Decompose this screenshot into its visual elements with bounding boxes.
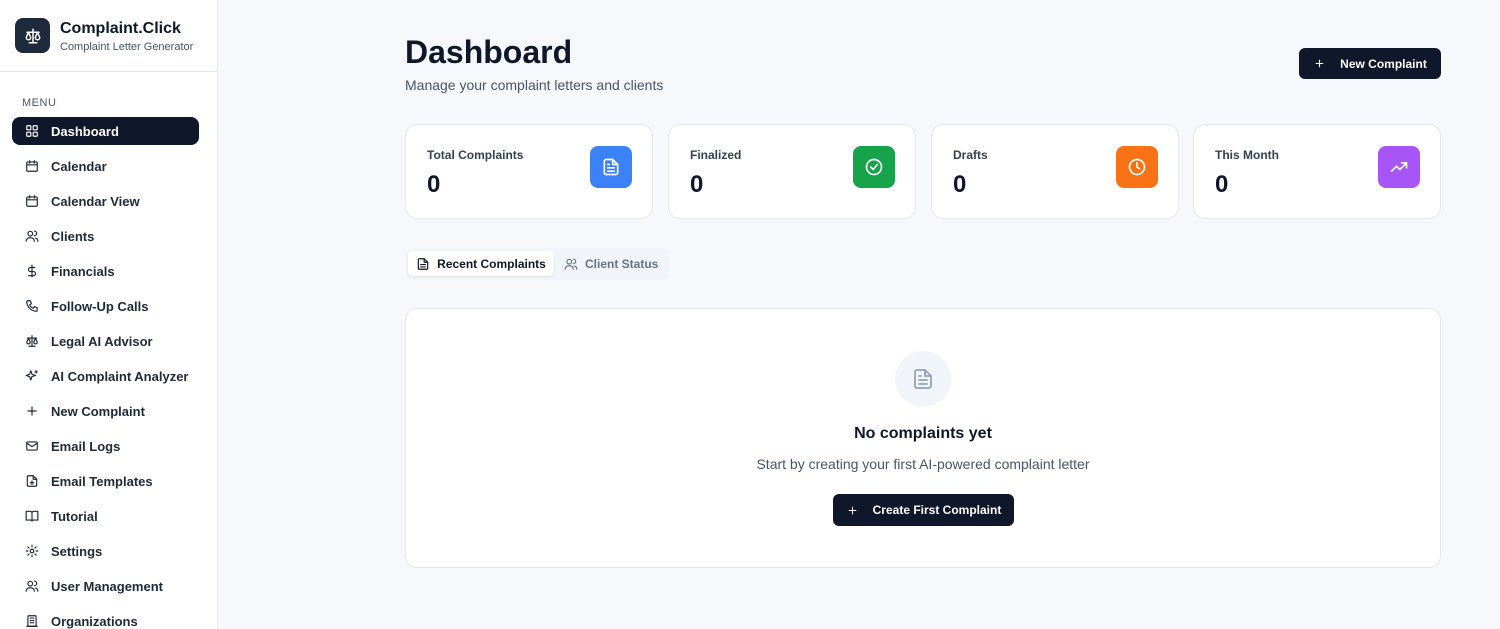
- new-complaint-button[interactable]: New Complaint: [1299, 48, 1441, 79]
- page-title: Dashboard: [405, 34, 573, 70]
- calendar-icon: [25, 194, 39, 208]
- tab-client-status[interactable]: Client Status: [564, 251, 664, 276]
- sidebar-item-label: New Complaint: [51, 403, 145, 419]
- sidebar-item-follow-up-calls[interactable]: Follow-Up Calls: [12, 292, 199, 320]
- sidebar-item-label: Email Logs: [51, 438, 121, 454]
- mail-icon: [25, 439, 39, 453]
- sidebar-item-label: Dashboard: [51, 123, 119, 139]
- document-icon: [417, 257, 429, 270]
- book-icon: [25, 509, 39, 523]
- sidebar-item-calendar[interactable]: Calendar: [12, 152, 199, 180]
- stat-value: 0: [953, 171, 967, 198]
- sidebar-item-email-logs[interactable]: Email Logs: [12, 432, 199, 460]
- brand-title: Complaint.Click: [60, 19, 181, 37]
- sidebar-item-label: Calendar: [51, 158, 107, 174]
- users-icon: [25, 229, 39, 243]
- sidebar: Complaint.Click Complaint Letter Generat…: [0, 0, 218, 629]
- plus-icon: [1315, 59, 1324, 68]
- file-template-icon: [25, 474, 39, 488]
- sidebar-item-label: Settings: [51, 543, 103, 559]
- trending-up-icon: [1378, 146, 1420, 188]
- sidebar-item-user-management[interactable]: User Management: [12, 572, 199, 600]
- sidebar-item-label: Calendar View: [51, 193, 140, 209]
- sidebar-item-ai-complaint-analyzer[interactable]: AI Complaint Analyzer: [12, 362, 199, 390]
- scale-icon: [15, 18, 50, 53]
- stat-label: Finalized: [690, 148, 742, 162]
- stat-value: 0: [1215, 171, 1229, 198]
- sidebar-item-legal-ai-advisor[interactable]: Legal AI Advisor: [12, 327, 199, 355]
- sidebar-item-label: User Management: [51, 578, 163, 594]
- sidebar-item-organizations[interactable]: Organizations: [12, 607, 199, 629]
- stat-label: Total Complaints: [427, 148, 524, 162]
- sidebar-item-new-complaint[interactable]: New Complaint: [12, 397, 199, 425]
- stat-card-total-complaints: Total Complaints 0: [405, 124, 653, 219]
- tab-recent-complaints[interactable]: Recent Complaints: [408, 251, 554, 276]
- sidebar-item-dashboard[interactable]: Dashboard: [12, 117, 199, 145]
- tab-label: Recent Complaints: [437, 256, 546, 271]
- page-subtitle: Manage your complaint letters and client…: [405, 77, 664, 93]
- building-icon: [25, 614, 39, 628]
- sidebar-item-settings[interactable]: Settings: [12, 537, 199, 565]
- plus-icon: [25, 404, 39, 418]
- users-icon: [25, 579, 39, 593]
- sidebar-item-clients[interactable]: Clients: [12, 222, 199, 250]
- clock-icon: [1116, 146, 1158, 188]
- gear-icon: [25, 544, 39, 558]
- phone-icon: [25, 299, 39, 313]
- create-first-complaint-label: Create First Complaint: [872, 503, 1002, 517]
- dashboard-grid-icon: [25, 124, 39, 138]
- document-icon: [590, 146, 632, 188]
- document-icon: [895, 351, 951, 407]
- scale-icon: [25, 334, 39, 348]
- sparkles-icon: [25, 369, 39, 383]
- brand[interactable]: Complaint.Click Complaint Letter Generat…: [0, 0, 217, 72]
- sidebar-item-label: AI Complaint Analyzer: [51, 368, 189, 384]
- brand-subtitle: Complaint Letter Generator: [60, 40, 194, 53]
- sidebar-item-label: Clients: [51, 228, 95, 244]
- dollar-icon: [25, 264, 39, 278]
- stat-card-drafts: Drafts 0: [931, 124, 1179, 219]
- main-content: Dashboard Manage your complaint letters …: [218, 0, 1500, 629]
- empty-state-title: No complaints yet: [854, 425, 992, 442]
- plus-icon: [848, 506, 856, 514]
- empty-state-card: No complaints yet Start by creating your…: [405, 308, 1441, 568]
- stat-label: Drafts: [953, 148, 988, 162]
- stat-label: This Month: [1215, 148, 1279, 162]
- stat-card-finalized: Finalized 0: [668, 124, 916, 219]
- users-icon: [564, 257, 578, 270]
- sidebar-item-label: Organizations: [51, 613, 138, 629]
- sidebar-item-tutorial[interactable]: Tutorial: [12, 502, 199, 530]
- menu-label: MENU: [22, 97, 57, 109]
- sidebar-item-label: Follow-Up Calls: [51, 298, 149, 314]
- calendar-icon: [25, 159, 39, 173]
- sidebar-nav: Dashboard Calendar Calendar View Clients…: [0, 117, 217, 629]
- sidebar-item-email-templates[interactable]: Email Templates: [12, 467, 199, 495]
- sidebar-item-label: Legal AI Advisor: [51, 333, 153, 349]
- tab-label: Client Status: [585, 256, 659, 271]
- stat-value: 0: [690, 171, 704, 198]
- sidebar-item-label: Email Templates: [51, 473, 153, 489]
- sidebar-item-label: Financials: [51, 263, 115, 279]
- create-first-complaint-button[interactable]: Create First Complaint: [833, 494, 1014, 526]
- new-complaint-button-label: New Complaint: [1340, 56, 1427, 71]
- sidebar-item-calendar-view[interactable]: Calendar View: [12, 187, 199, 215]
- empty-state-subtitle: Start by creating your first AI-powered …: [756, 456, 1090, 472]
- stat-card-this-month: This Month 0: [1193, 124, 1441, 219]
- sidebar-item-financials[interactable]: Financials: [12, 257, 199, 285]
- stat-value: 0: [427, 171, 441, 198]
- check-circle-icon: [853, 146, 895, 188]
- sidebar-item-label: Tutorial: [51, 508, 98, 524]
- tabs: Recent Complaints Client Status: [405, 248, 670, 280]
